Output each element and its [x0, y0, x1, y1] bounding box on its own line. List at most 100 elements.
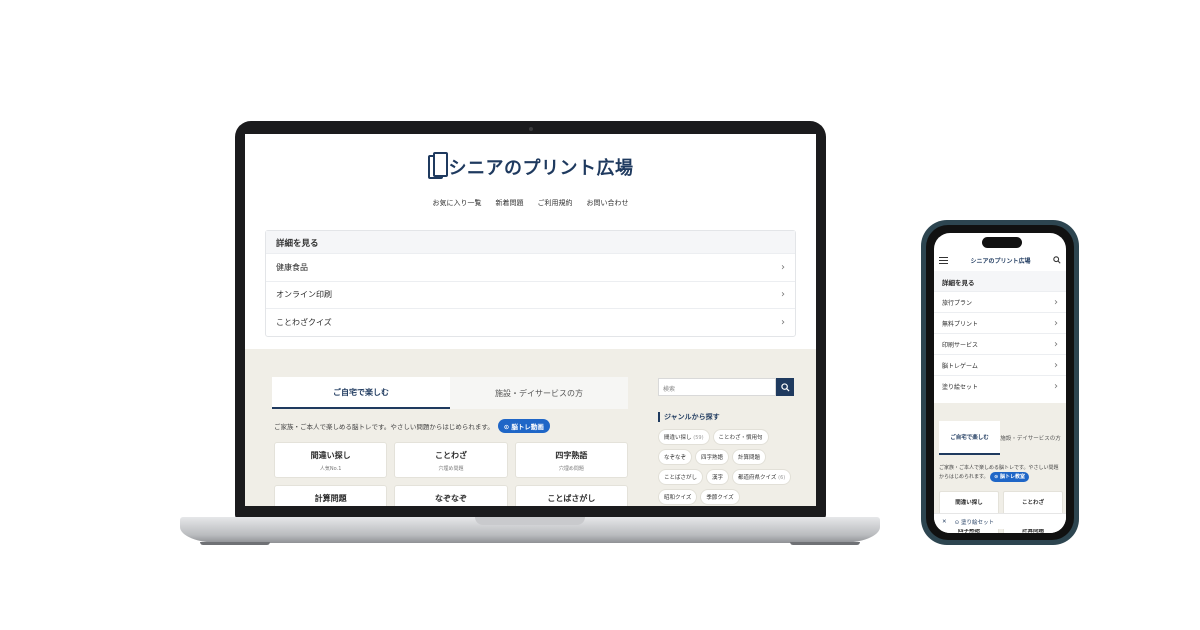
category-card[interactable]: ことばさがし [514, 485, 628, 506]
tag-label: ことばさがし [664, 475, 698, 481]
video-pill-button[interactable]: ⊙ 脳トレ動画 [497, 419, 550, 433]
category-cards: 間違い探し人気No.1 ことわざ穴埋め問題 四字熟語穴埋め問題 計算問題 なぞな… [274, 442, 628, 506]
video-pill-label: 脳トレ動画 [511, 423, 544, 431]
card-sub: 穴埋め問題 [558, 466, 584, 472]
tag-label: 四字熟語 [701, 455, 724, 461]
tag-label: 季節クイズ [706, 495, 734, 501]
logo-text: シニアのプリント広場 [448, 158, 634, 178]
genre-title: ジャンルから探す [658, 412, 720, 422]
phone-item-label: 印刷サービス [942, 341, 979, 349]
site-logo[interactable]: シニアのプリント広場 [245, 134, 816, 180]
tag-label: ことわざ・慣用句 [718, 435, 763, 441]
card-title: なぞなぞ [434, 494, 467, 503]
category-card[interactable]: ことわざ 穴埋め問題 [394, 442, 508, 478]
category-card[interactable]: 計算問題 [274, 485, 388, 506]
menu-icon[interactable] [939, 256, 948, 264]
genre-tag[interactable]: 漢字 [706, 469, 730, 485]
card-title: ことわざ [434, 451, 467, 460]
device-mockup-stage: シニアのプリント広場 お気に入り一覧 新着問題 ご利用規約 お問い合わせ 詳細を… [0, 0, 1200, 630]
document-icon [427, 152, 448, 179]
genre-tag[interactable]: 都道府県クイズ (6) [732, 469, 792, 485]
genre-tag[interactable]: 昭和クイズ [658, 489, 698, 505]
details-item-label: 健康食品 [276, 262, 308, 272]
close-icon[interactable]: ✕ [942, 519, 947, 525]
chevron-right-icon: › [1054, 317, 1058, 329]
card-title: ことばさがし [547, 494, 596, 503]
laptop-foot [200, 542, 270, 545]
nav-new-questions[interactable]: 新着問題 [496, 198, 524, 208]
details-item[interactable]: 健康食品 › [266, 253, 795, 281]
phone-tab-facility[interactable]: 施設・デイサービスの方 [1000, 421, 1061, 455]
phone-details-item[interactable]: 旅行プラン › [934, 291, 1066, 312]
card-title: 計算問題 [314, 494, 347, 503]
details-item[interactable]: オンライン印刷 › [266, 280, 795, 309]
chevron-right-icon: › [1054, 380, 1058, 392]
tab-description: ご家族・ご本人で楽しめる脳トレです。やさしい問題からはじめられます。 ⊙ 脳トレ… [274, 419, 550, 433]
tab-facility[interactable]: 施設・デイサービスの方 [450, 377, 628, 409]
phone-category-card[interactable]: 間違い探し [939, 491, 999, 515]
laptop-base [180, 517, 880, 543]
details-item-label: ことわざクイズ [276, 317, 332, 327]
search-input[interactable]: 検索 [658, 378, 776, 396]
chevron-right-icon: › [1054, 359, 1058, 371]
tag-label: 漢字 [712, 475, 724, 481]
phone-details-item[interactable]: 脳トレゲーム › [934, 354, 1066, 375]
tag-count: (59) [693, 435, 704, 441]
audience-tabs: ご自宅で楽しむ 施設・デイサービスの方 [272, 377, 628, 409]
phone-details-title: 詳細を見る [934, 271, 1066, 291]
nav-favorites[interactable]: お気に入り一覧 [433, 198, 482, 208]
details-item[interactable]: ことわざクイズ › [266, 308, 795, 336]
phone-header: シニアのプリント広場 [934, 251, 1066, 269]
phone-bottom-bar: ✕ ⊙ 塗り絵セット [934, 513, 1066, 529]
category-card[interactable]: 間違い探し人気No.1 [274, 442, 388, 478]
phone-pill-label: 脳トレ教室 [1000, 474, 1026, 480]
details-item-label: オンライン印刷 [276, 290, 332, 300]
phone-category-card[interactable]: ことわざ [1003, 491, 1063, 515]
phone-bottom-label: 塗り絵セット [960, 519, 994, 526]
genre-tag[interactable]: なぞなぞ [658, 449, 693, 465]
phone-audience-tabs: ご自宅で楽しむ 施設・デイサービスの方 [939, 421, 1061, 455]
card-title: 四字熟語 [555, 451, 588, 460]
chevron-right-icon: › [781, 316, 785, 328]
tag-label: 間違い探し [664, 435, 692, 441]
search-icon [780, 382, 790, 392]
phone-details-item[interactable]: 印刷サービス › [934, 333, 1066, 354]
genre-tag[interactable]: ことばさがし [658, 469, 704, 485]
details-panel: 詳細を見る 健康食品 › オンライン印刷 › ことわざクイズ › [265, 230, 796, 337]
phone-tab-description: ご家族・ご本人で楽しめる脳トレです。やさしい問題からはじめられます。 ⊙ 脳トレ… [939, 464, 1063, 482]
phone-details-item[interactable]: 塗り絵セット › [934, 375, 1066, 396]
search-button[interactable] [776, 378, 794, 396]
card-sub: 人気No.1 [319, 466, 342, 472]
tag-label: 計算問題 [738, 455, 761, 461]
phone-item-label: 旅行プラン [942, 299, 973, 307]
card-title: 間違い探し [310, 451, 351, 460]
search-bar: 検索 [658, 378, 794, 396]
genre-tag[interactable]: 季節クイズ [700, 489, 740, 505]
laptop-screen: シニアのプリント広場 お気に入り一覧 新着問題 ご利用規約 お問い合わせ 詳細を… [245, 134, 816, 506]
content-section: ご自宅で楽しむ 施設・デイサービスの方 ご家族・ご本人で楽しめる脳トレです。やさ… [245, 349, 816, 506]
genre-tag[interactable]: 計算問題 [732, 449, 767, 465]
chevron-right-icon: › [1054, 338, 1058, 350]
search-icon[interactable] [1053, 256, 1061, 264]
phone-details-item[interactable]: 無料プリント › [934, 312, 1066, 333]
genre-tag[interactable]: 間違い探し (59) [658, 429, 710, 445]
genre-tag[interactable]: 四字熟語 [695, 449, 730, 465]
details-title: 詳細を見る [266, 231, 795, 253]
tab-home[interactable]: ご自宅で楽しむ [272, 377, 450, 409]
chevron-right-icon: › [1054, 296, 1058, 308]
laptop: シニアのプリント広場 お気に入り一覧 新着問題 ご利用規約 お問い合わせ 詳細を… [235, 121, 826, 519]
nav-contact[interactable]: お問い合わせ [587, 198, 629, 208]
phone-pill-button[interactable]: ⊙ 脳トレ教室 [990, 472, 1030, 482]
smartphone: シニアのプリント広場 詳細を見る 旅行プラン › 無料プリント › 印刷サービス › … [921, 220, 1079, 545]
category-card[interactable]: 四字熟語 穴埋め問題 [514, 442, 628, 478]
category-card[interactable]: なぞなぞ [394, 485, 508, 506]
card-sub: 穴埋め問題 [438, 466, 464, 472]
nav-terms[interactable]: ご利用規約 [538, 198, 573, 208]
genre-tag[interactable]: ことわざ・慣用句 [712, 429, 769, 445]
genre-tags: 間違い探し (59) ことわざ・慣用句 なぞなぞ 四字熟語 計算問題 ことばさが… [658, 429, 798, 505]
phone-logo[interactable]: シニアのプリント広場 [970, 256, 1030, 265]
tag-label: なぞなぞ [664, 455, 687, 461]
phone-bottom-link[interactable]: ⊙ 塗り絵セット [955, 518, 994, 526]
phone-tab-home[interactable]: ご自宅で楽しむ [939, 421, 1000, 455]
laptop-notch [475, 517, 585, 525]
